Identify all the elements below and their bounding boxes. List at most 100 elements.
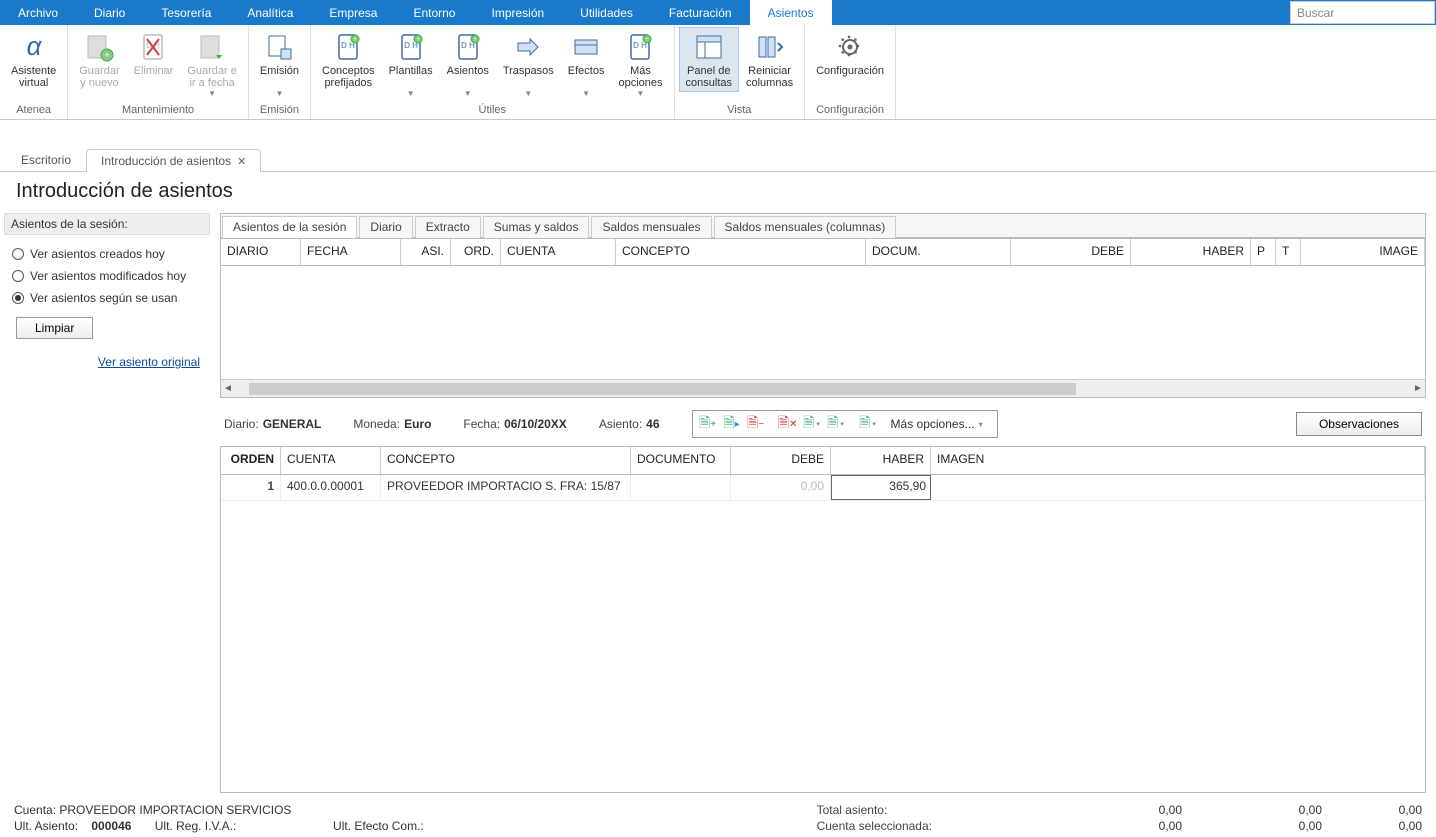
menu-tesorería[interactable]: Tesorería [143, 0, 229, 25]
doc-dh-icon: D H+ [395, 31, 427, 63]
ribbon-group-label: Emisión [253, 102, 306, 119]
save-goto-icon [196, 31, 228, 63]
search-input[interactable]: Buscar [1290, 1, 1435, 24]
svg-text:+: + [354, 37, 358, 43]
entry-grid-header: ORDENCUENTACONCEPTODOCUMENTODEBEHABERIMA… [221, 447, 1425, 475]
menu-utilidades[interactable]: Utilidades [562, 0, 651, 25]
col-fecha[interactable]: FECHA [301, 239, 401, 265]
conceptos-prefijados[interactable]: D H+Conceptosprefijados [315, 27, 382, 92]
ecol-imagen[interactable]: IMAGEN [931, 447, 1425, 474]
panel-consultas[interactable]: Panel deconsultas [679, 27, 739, 92]
inner-tabs: Asientos de la sesiónDiarioExtractoSumas… [221, 214, 1425, 238]
ecol-documento[interactable]: DOCUMENTO [631, 447, 731, 474]
side-panel: Asientos de la sesión: Ver asientos crea… [0, 213, 210, 793]
inner-tab-2[interactable]: Extracto [415, 216, 481, 238]
col-asi.[interactable]: ASI. [401, 239, 451, 265]
inner-tab-3[interactable]: Sumas y saldos [483, 216, 590, 238]
col-p[interactable]: P [1251, 239, 1276, 265]
ecol-debe[interactable]: DEBE [731, 447, 831, 474]
radio-0[interactable]: Ver asientos creados hoy [4, 243, 210, 265]
col-haber[interactable]: HABER [1131, 239, 1251, 265]
svg-text:+: + [105, 50, 110, 60]
svg-text:+: + [646, 37, 650, 43]
session-grid-body [221, 266, 1425, 379]
radio-icon [12, 292, 24, 304]
scroll-right-icon[interactable]: ► [1411, 383, 1425, 394]
col-ord.[interactable]: ORD. [451, 239, 501, 265]
svg-text:α: α [26, 31, 42, 61]
emision[interactable]: Emisión ▼ [253, 27, 306, 102]
inner-tab-5[interactable]: Saldos mensuales (columnas) [714, 216, 897, 238]
doc-dh-icon: D H+ [332, 31, 364, 63]
asistente-virtual[interactable]: αAsistentevirtual [4, 27, 63, 92]
col-t[interactable]: T [1276, 239, 1301, 265]
ecol-cuenta[interactable]: CUENTA [281, 447, 381, 474]
inner-tab-0[interactable]: Asientos de la sesión [222, 216, 357, 238]
eliminar: D HEliminar [127, 27, 181, 92]
menu-diario[interactable]: Diario [76, 0, 143, 25]
mas-opciones-button[interactable]: Más opciones...▾ [881, 417, 993, 431]
col-image[interactable]: IMAGE [1301, 239, 1425, 265]
doc-extra-icon[interactable]: 🗎▾ [857, 413, 879, 435]
col-debe[interactable]: DEBE [1011, 239, 1131, 265]
menu-entorno[interactable]: Entorno [395, 0, 473, 25]
asientos-dd[interactable]: D H+Asientos ▼ [440, 27, 496, 102]
doc-link-icon[interactable]: 🗎▾ [801, 413, 823, 435]
ecol-haber[interactable]: HABER [831, 447, 931, 474]
ecol-concepto[interactable]: CONCEPTO [381, 447, 631, 474]
save-new-icon: + [83, 31, 115, 63]
cell-cuenta[interactable]: 400.0.0.00001 [281, 475, 381, 500]
doc-next-icon[interactable]: 🗎▸ [721, 413, 743, 435]
menu-bar: ArchivoDiarioTesoreríaAnalíticaEmpresaEn… [0, 0, 1436, 25]
menu-facturación[interactable]: Facturación [651, 0, 750, 25]
tab-escritorio[interactable]: Escritorio [6, 148, 86, 171]
ribbon-group-label: Atenea [4, 102, 63, 119]
plantillas[interactable]: D H+Plantillas ▼ [382, 27, 440, 102]
traspasos[interactable]: Traspasos ▼ [496, 27, 561, 102]
cell-orden[interactable]: 1 [221, 475, 281, 500]
tab-introducción-de-asientos[interactable]: Introducción de asientos✕ [86, 149, 261, 172]
cell-haber[interactable]: 365,90 [831, 475, 931, 500]
observaciones-button[interactable]: Observaciones [1296, 412, 1422, 436]
col-docum.[interactable]: DOCUM. [866, 239, 1011, 265]
session-panel: Asientos de la sesiónDiarioExtractoSumas… [220, 213, 1426, 398]
page-title: Introducción de asientos [0, 172, 1436, 213]
entry-grid-row[interactable]: 1 400.0.0.00001 PROVEEDOR IMPORTACIO S. … [221, 475, 1425, 501]
cell-debe[interactable]: 0,00 [731, 475, 831, 500]
col-cuenta[interactable]: CUENTA [501, 239, 616, 265]
mas-opciones[interactable]: D H+Másopciones▼ [611, 27, 669, 102]
inner-tab-4[interactable]: Saldos mensuales [591, 216, 711, 238]
session-grid-scrollbar[interactable]: ◄ ► [221, 379, 1425, 397]
ver-asiento-original-link[interactable]: Ver asiento original [4, 355, 200, 369]
cell-documento[interactable] [631, 475, 731, 500]
inner-tab-1[interactable]: Diario [359, 216, 412, 238]
reiniciar-columnas[interactable]: Reiniciarcolumnas [739, 27, 800, 92]
close-icon[interactable]: ✕ [237, 155, 246, 168]
doc-add-icon[interactable]: 🗎+ [697, 413, 719, 435]
col-diario[interactable]: DIARIO [221, 239, 301, 265]
menu-empresa[interactable]: Empresa [311, 0, 395, 25]
menu-analítica[interactable]: Analítica [229, 0, 311, 25]
configuracion[interactable]: Configuración [809, 27, 891, 92]
cell-concepto[interactable]: PROVEEDOR IMPORTACIO S. FRA: 15/87 [381, 475, 631, 500]
doc-remove-icon[interactable]: 🗎− [745, 413, 767, 435]
efectos-icon [570, 31, 602, 63]
radio-2[interactable]: Ver asientos según se usan [4, 287, 210, 309]
menu-impresión[interactable]: Impresión [473, 0, 562, 25]
radio-group: Ver asientos creados hoyVer asientos mod… [4, 243, 210, 309]
cell-imagen[interactable] [931, 475, 1425, 500]
menu-archivo[interactable]: Archivo [0, 0, 76, 25]
menu-asientos[interactable]: Asientos [750, 0, 832, 25]
entry-grid: ORDENCUENTACONCEPTODOCUMENTODEBEHABERIMA… [220, 446, 1426, 793]
limpiar-button[interactable]: Limpiar [16, 317, 93, 339]
radio-icon [12, 270, 24, 282]
scroll-left-icon[interactable]: ◄ [221, 383, 235, 394]
traspasos-icon [512, 31, 544, 63]
doc-order-icon[interactable]: 🗎▾ [825, 413, 847, 435]
entry-info-bar: Diario:GENERAL Moneda:Euro Fecha:06/10/2… [220, 398, 1426, 446]
doc-delete-icon[interactable]: 🗎✕ [777, 413, 799, 435]
efectos[interactable]: Efectos ▼ [561, 27, 612, 102]
radio-1[interactable]: Ver asientos modificados hoy [4, 265, 210, 287]
ecol-orden[interactable]: ORDEN [221, 447, 281, 474]
col-concepto[interactable]: CONCEPTO [616, 239, 866, 265]
